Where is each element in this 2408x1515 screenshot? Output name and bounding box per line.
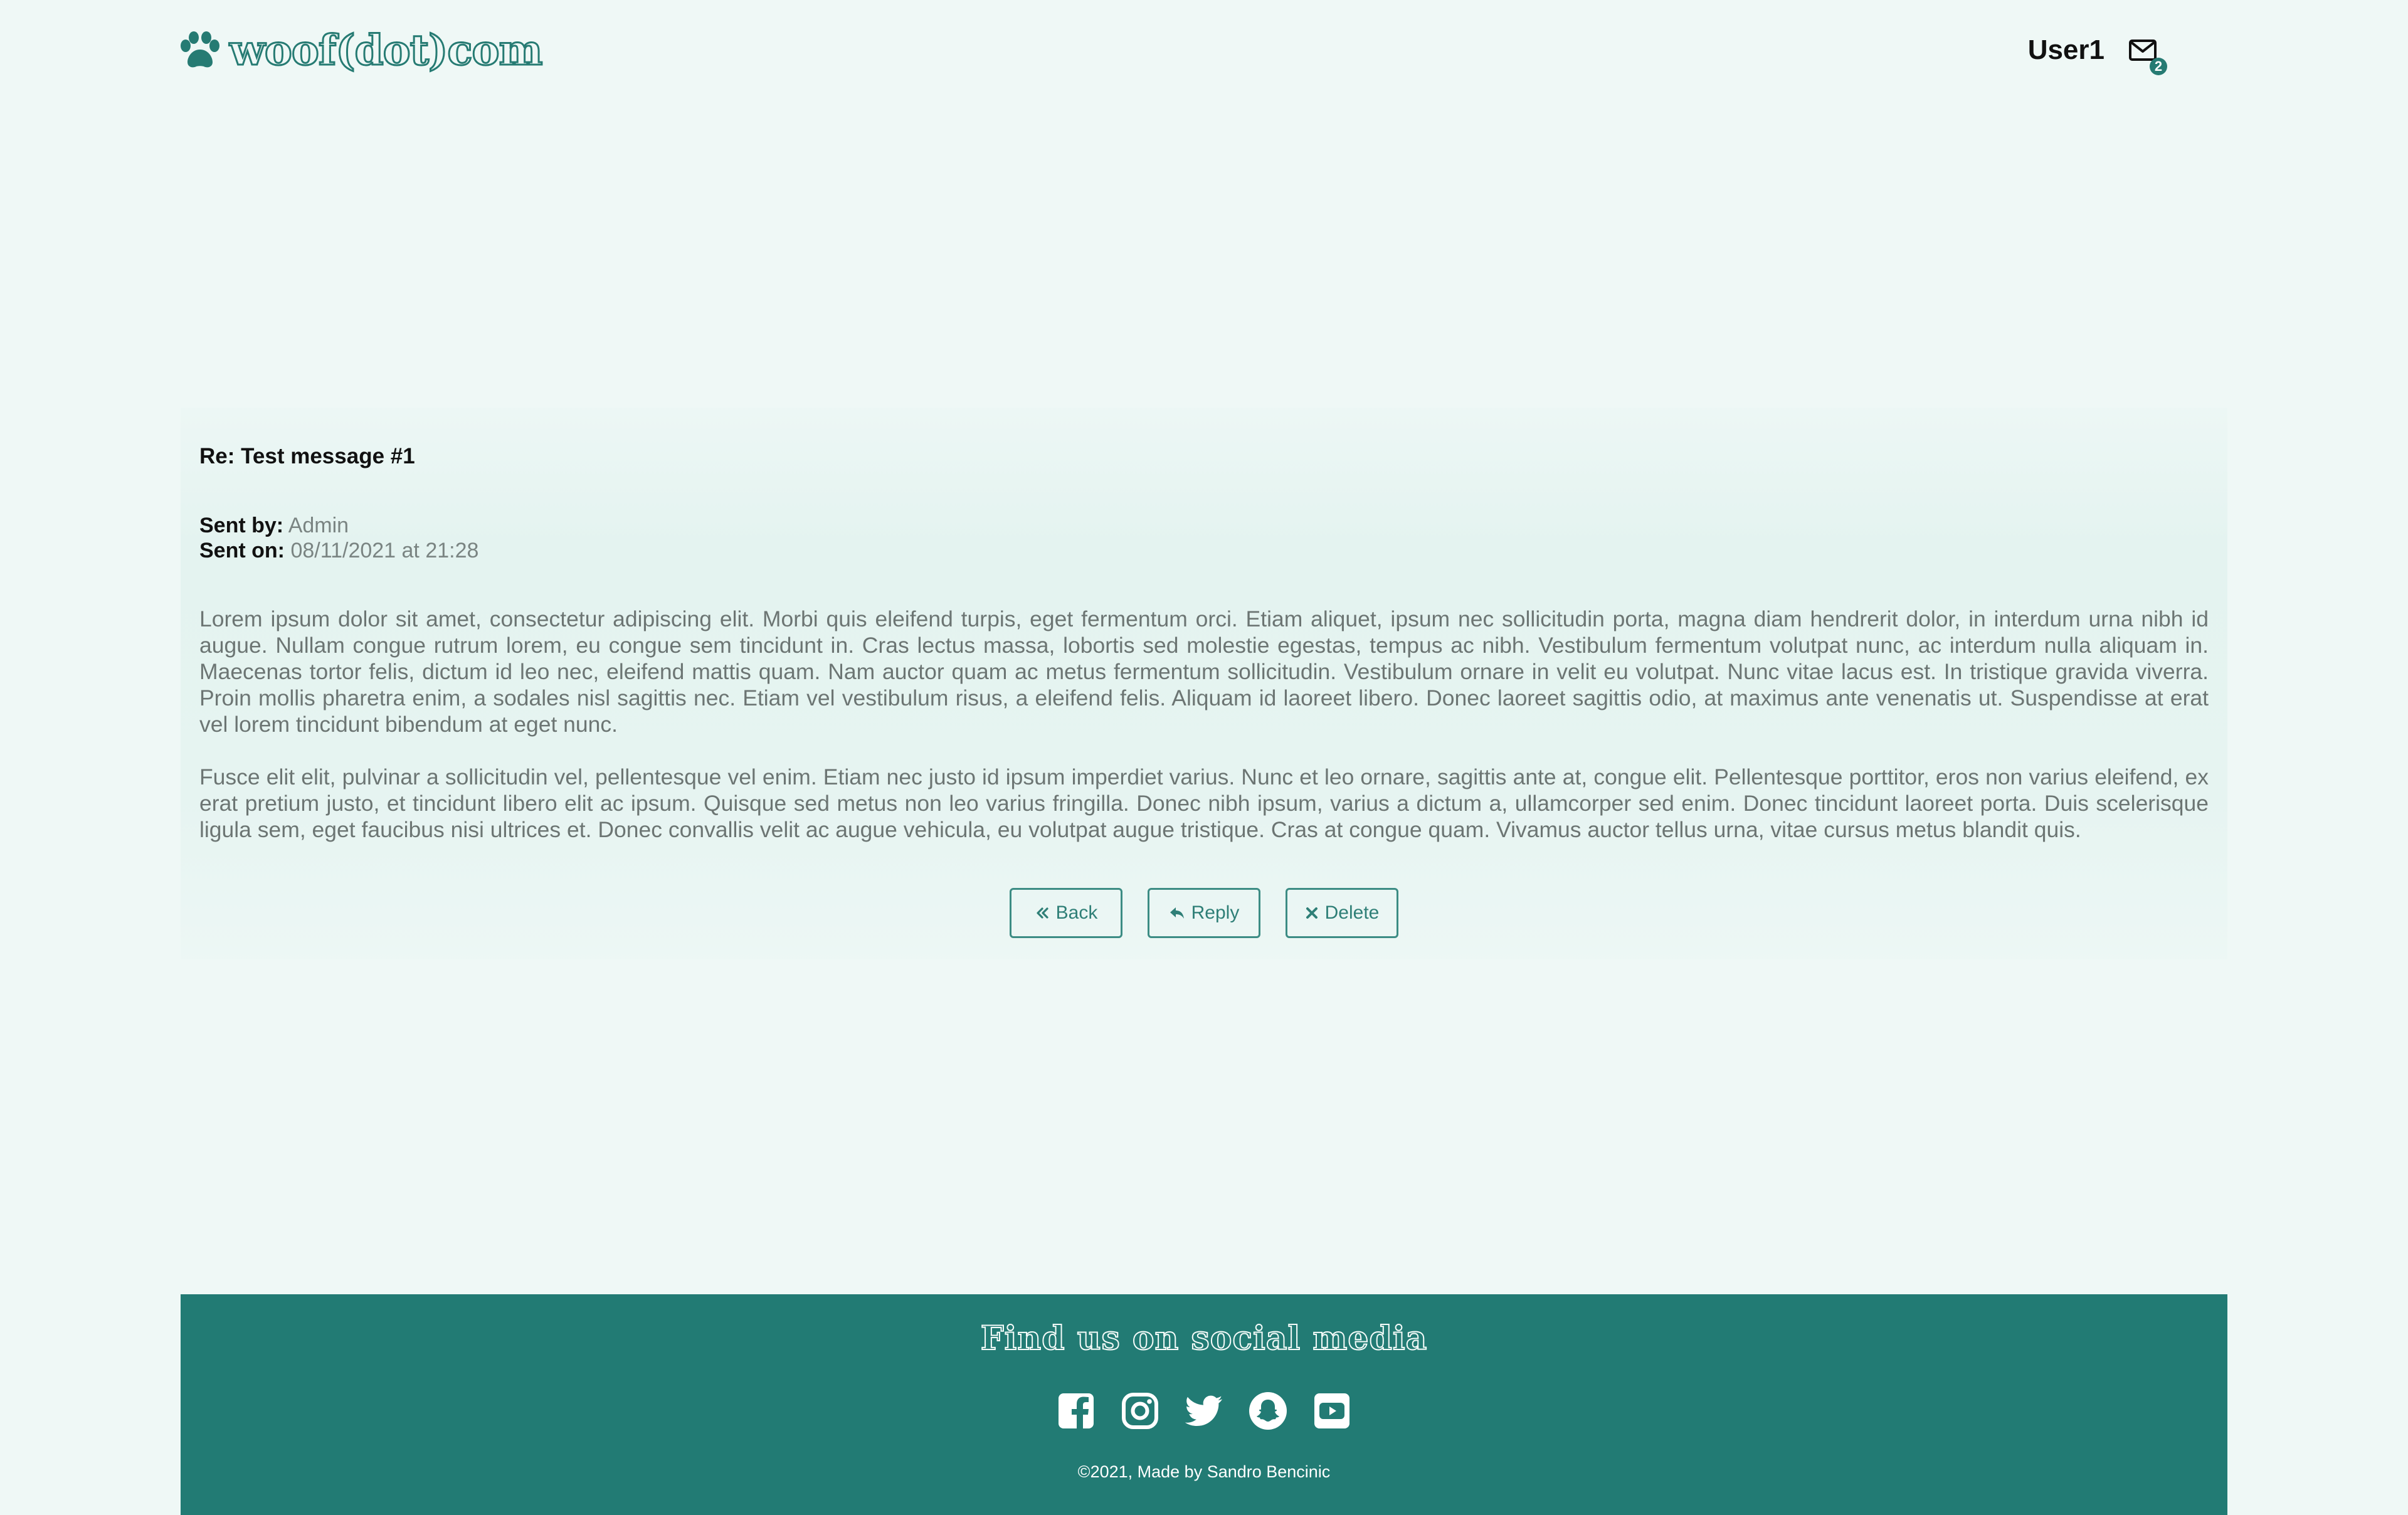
facebook-icon — [1059, 1393, 1094, 1428]
brand-logo-link[interactable]: woof(dot)com — [179, 25, 544, 76]
youtube-icon — [1314, 1393, 1349, 1428]
back-button-label: Back — [1055, 902, 1098, 923]
angles-left-icon — [1037, 907, 1048, 919]
page: woof(dot)com User1 2 Re: Test message #1… — [0, 0, 2408, 1515]
sent-by-value: Admin — [288, 514, 349, 537]
social-links — [181, 1391, 2227, 1431]
close-icon — [1306, 907, 1318, 919]
delete-button[interactable]: Delete — [1286, 888, 1398, 938]
message-meta: Sent by: Admin Sent on: 08/11/2021 at 21… — [199, 513, 478, 563]
message-paragraph: Fusce elit elit, pulvinar a sollicitudin… — [199, 764, 2209, 842]
reply-button[interactable]: Reply — [1148, 888, 1260, 938]
message-actions: Back Reply Delete — [1010, 888, 1398, 938]
message-paragraph: Lorem ipsum dolor sit amet, consectetur … — [199, 606, 2209, 737]
twitter-icon — [1185, 1395, 1222, 1427]
twitter-link[interactable] — [1184, 1391, 1224, 1431]
unread-count-badge: 2 — [2150, 58, 2167, 75]
snapchat-link[interactable] — [1248, 1391, 1288, 1431]
snapchat-icon — [1249, 1392, 1287, 1430]
copyright-text: ©2021, Made by Sandro Bencinic — [1077, 1462, 1331, 1481]
user-area: User1 2 — [2028, 25, 2167, 75]
messages-button[interactable]: 2 — [2128, 38, 2167, 75]
footer-title: Find us on social media — [980, 1319, 1428, 1358]
reply-arrow-icon — [1170, 907, 1184, 919]
username-link[interactable]: User1 — [2028, 34, 2104, 66]
delete-button-label: Delete — [1324, 902, 1380, 923]
message-subject: Re: Test message #1 — [199, 444, 415, 468]
message-body: Lorem ipsum dolor sit amet, consectetur … — [199, 606, 2209, 869]
reply-button-label: Reply — [1191, 902, 1240, 923]
sent-on-row: Sent on: 08/11/2021 at 21:28 — [199, 538, 478, 563]
sent-by-row: Sent by: Admin — [199, 513, 478, 538]
sent-by-label: Sent by: — [199, 514, 284, 537]
site-footer: Find us on social media ©2021, Made by S… — [181, 1294, 2227, 1515]
brand-name: woof(dot)com — [228, 25, 543, 76]
instagram-link[interactable] — [1120, 1391, 1160, 1431]
instagram-icon — [1122, 1393, 1158, 1429]
sent-on-label: Sent on: — [199, 539, 285, 562]
facebook-link[interactable] — [1056, 1391, 1096, 1431]
back-button[interactable]: Back — [1010, 888, 1122, 938]
paw-icon — [181, 31, 219, 68]
sent-on-value: 08/11/2021 at 21:28 — [290, 539, 479, 562]
youtube-link[interactable] — [1312, 1391, 1352, 1431]
